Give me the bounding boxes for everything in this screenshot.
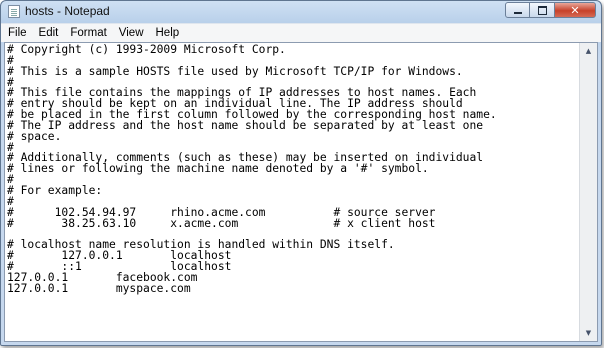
text-line: # This is a sample HOSTS file used by Mi… xyxy=(7,64,463,78)
caption-buttons: ✕ xyxy=(505,2,596,19)
menu-edit[interactable]: Edit xyxy=(33,24,65,42)
menu-file[interactable]: File xyxy=(1,24,33,42)
menu-view[interactable]: View xyxy=(113,24,150,42)
notepad-app-icon[interactable] xyxy=(8,5,20,18)
scroll-down-icon[interactable]: ▼ xyxy=(581,325,596,341)
vertical-scrollbar[interactable]: ▲ ▼ xyxy=(579,43,597,341)
title-bar[interactable]: hosts - Notepad ✕ xyxy=(1,1,601,22)
close-icon: ✕ xyxy=(570,3,580,17)
text-editor[interactable]: # Copyright (c) 1993-2009 Microsoft Corp… xyxy=(4,42,598,342)
maximize-icon xyxy=(537,5,547,15)
text-line: # The IP address and the host name shoul… xyxy=(7,118,484,132)
text-line: # lines or following the machine name de… xyxy=(7,162,429,176)
minimize-icon xyxy=(513,12,522,14)
text-line: # space. xyxy=(7,129,62,143)
menu-bar: File Edit Format View Help xyxy=(1,23,601,42)
notepad-window: hosts - Notepad ✕ File Edit Format View … xyxy=(0,0,602,346)
editor-text[interactable]: # Copyright (c) 1993-2009 Microsoft Corp… xyxy=(7,43,577,341)
text-line: # Copyright (c) 1993-2009 Microsoft Corp… xyxy=(7,43,286,56)
menu-format[interactable]: Format xyxy=(64,24,112,42)
scroll-up-icon[interactable]: ▲ xyxy=(581,43,596,59)
close-button[interactable]: ✕ xyxy=(554,2,596,18)
window-title: hosts - Notepad xyxy=(25,4,110,18)
text-line: 127.0.0.1 myspace.com xyxy=(7,281,191,295)
menu-help[interactable]: Help xyxy=(150,24,186,42)
text-line: # 38.25.63.10 x.acme.com # x client host xyxy=(7,216,436,230)
text-line: # For example: xyxy=(7,183,103,197)
minimize-button[interactable] xyxy=(505,2,530,18)
maximize-button[interactable] xyxy=(530,2,554,18)
